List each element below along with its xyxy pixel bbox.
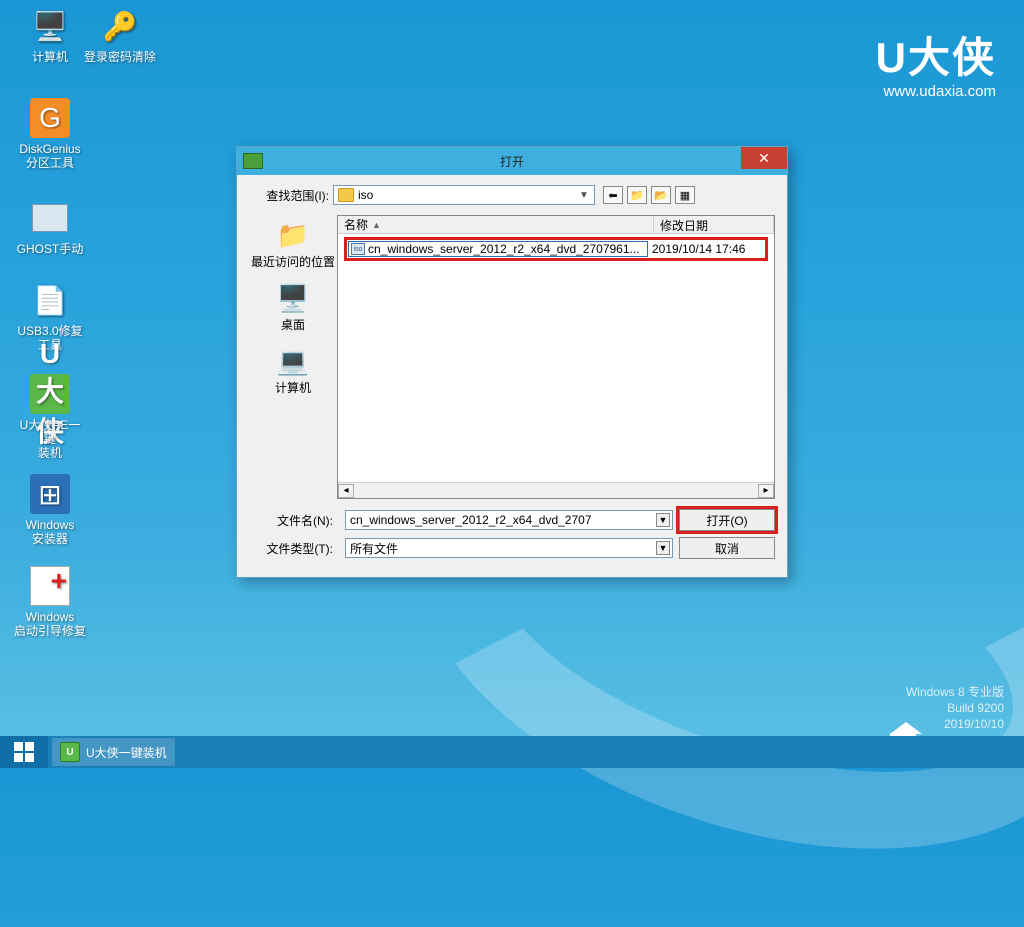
desktop-icon-diskgenius[interactable]: G DiskGenius 分区工具 [14, 98, 86, 170]
scroll-left-button[interactable]: ◂ [338, 484, 354, 498]
folder-icon [338, 188, 354, 202]
sidebar-item-label: 桌面 [275, 316, 311, 333]
nav-up-button[interactable]: 📁 [627, 186, 647, 204]
horizontal-scrollbar[interactable]: ◂ ▸ [338, 482, 774, 498]
taskbar-app-label: U大侠一键装机 [86, 744, 167, 761]
file-list[interactable]: iso cn_windows_server_2012_r2_x64_dvd_27… [338, 234, 774, 482]
nav-view-button[interactable]: ▦ [675, 186, 695, 204]
sidebar-item-desktop[interactable]: 🖥️ 桌面 [275, 282, 311, 333]
open-button[interactable]: 打开(O) [679, 509, 775, 531]
watermark-line: Build 9200 [906, 700, 1004, 716]
nav-back-button[interactable]: ⬅ [603, 186, 623, 204]
desktop-icon-ghost[interactable]: GHOST手动 [14, 198, 86, 256]
desktop-icon-label: GHOST手动 [14, 242, 86, 256]
look-in-dropdown[interactable]: iso ▼ [333, 185, 595, 205]
taskbar: U U大侠一键装机 [0, 736, 1024, 768]
desktop-icon-clear-password[interactable]: 🔑 登录密码清除 [84, 6, 156, 64]
file-name: cn_windows_server_2012_r2_x64_dvd_270796… [368, 242, 640, 256]
dialog-title: 打开 [500, 153, 524, 170]
open-file-dialog: 打开 ✕ 查找范围(I): iso ▼ ⬅ 📁 📂 ▦ 📁 最近访问的位置 [236, 146, 788, 578]
column-header-date[interactable]: 修改日期 [654, 216, 774, 233]
desktop-icon-label: Windows 安装器 [14, 518, 86, 546]
file-list-header: 名称▲ 修改日期 [338, 216, 774, 234]
filetype-value: 所有文件 [350, 540, 398, 557]
places-sidebar: 📁 最近访问的位置 🖥️ 桌面 💻 计算机 [249, 215, 337, 499]
file-date: 2019/10/14 17:46 [648, 242, 764, 256]
udaxia-icon: U大侠 [30, 374, 70, 414]
cancel-button[interactable]: 取消 [679, 537, 775, 559]
scroll-right-button[interactable]: ▸ [758, 484, 774, 498]
desktop-icon-boot-repair[interactable]: Windows 启动引导修复 [14, 566, 86, 638]
windows-logo-icon [14, 742, 34, 762]
windows-icon: ⊞ [30, 474, 70, 514]
desktop-icon-label: DiskGenius 分区工具 [14, 142, 86, 170]
key-icon: 🔑 [100, 6, 140, 46]
file-list-pane: 名称▲ 修改日期 iso cn_windows_server_2012_r2_x… [337, 215, 775, 499]
file-row-highlight: iso cn_windows_server_2012_r2_x64_dvd_27… [344, 237, 768, 261]
filetype-dropdown[interactable]: 所有文件 ▼ [345, 538, 673, 558]
start-button[interactable] [0, 736, 48, 768]
iso-file-icon: iso [351, 243, 365, 255]
taskbar-app-udaxia[interactable]: U U大侠一键装机 [52, 738, 175, 766]
look-in-label: 查找范围(I): [249, 187, 333, 204]
firstaid-icon [30, 566, 70, 606]
brand-name: U大侠 [876, 24, 996, 85]
sidebar-item-label: 最近访问的位置 [251, 253, 335, 270]
desktop-icon-label: U大侠PE一键 装机 [14, 418, 86, 460]
filename-label: 文件名(N): [249, 512, 339, 529]
recent-icon: 📁 [275, 219, 311, 251]
file-row[interactable]: iso cn_windows_server_2012_r2_x64_dvd_27… [348, 241, 764, 257]
chevron-down-icon[interactable]: ▼ [656, 513, 670, 527]
brand-logo: U大侠 www.udaxia.com [876, 24, 996, 100]
udaxia-icon: U [60, 742, 80, 762]
desktop-icon-label: 登录密码清除 [84, 50, 156, 64]
diskgenius-icon: G [30, 98, 70, 138]
sidebar-item-label: 计算机 [275, 379, 311, 396]
computer-icon: 🖥️ [30, 6, 70, 46]
look-in-folder-name: iso [358, 188, 373, 202]
close-button[interactable]: ✕ [741, 147, 787, 169]
dialog-titlebar[interactable]: 打开 ✕ [237, 147, 787, 175]
sidebar-item-recent[interactable]: 📁 最近访问的位置 [251, 219, 335, 270]
desktop-icon-label: 计算机 [14, 50, 86, 64]
desktop-icon-label: Windows 启动引导修复 [14, 610, 86, 638]
desktop-icon-windows-installer[interactable]: ⊞ Windows 安装器 [14, 474, 86, 546]
nav-newfolder-button[interactable]: 📂 [651, 186, 671, 204]
computer-icon: 💻 [275, 345, 311, 377]
sidebar-item-computer[interactable]: 💻 计算机 [275, 345, 311, 396]
column-header-name[interactable]: 名称▲ [338, 216, 654, 233]
chevron-down-icon[interactable]: ▼ [576, 187, 592, 203]
filename-value: cn_windows_server_2012_r2_x64_dvd_2707 [350, 513, 592, 527]
desktop-icon-computer[interactable]: 🖥️ 计算机 [14, 6, 86, 64]
filename-input[interactable]: cn_windows_server_2012_r2_x64_dvd_2707 ▼ [345, 510, 673, 530]
drive-icon [30, 198, 70, 238]
sort-asc-icon: ▲ [372, 220, 381, 230]
desktop-icon-udx-pe[interactable]: U大侠 U大侠PE一键 装机 [14, 374, 86, 460]
app-icon [243, 153, 263, 169]
watermark-line: Windows 8 专业版 [906, 684, 1004, 700]
brand-url: www.udaxia.com [876, 83, 996, 100]
document-icon: 📄 [30, 280, 70, 320]
filetype-label: 文件类型(T): [249, 540, 339, 557]
chevron-down-icon[interactable]: ▼ [656, 541, 670, 555]
desktop-icon: 🖥️ [275, 282, 311, 314]
